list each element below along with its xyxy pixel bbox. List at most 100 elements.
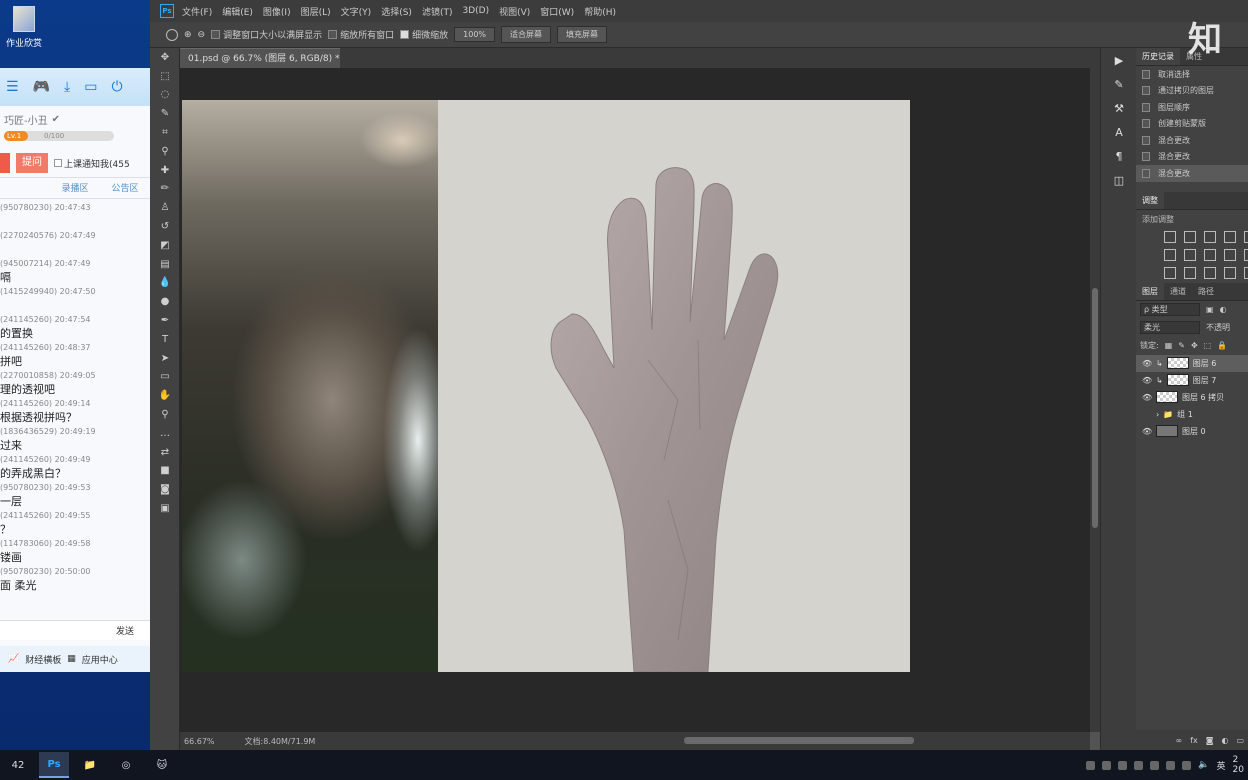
tab-channels[interactable]: 通道 [1164,283,1192,300]
layer-row[interactable]: 👁 ↳ 图层 7 [1136,372,1248,389]
menu-icon[interactable]: ☰ [6,79,19,95]
fx-icon[interactable]: fx [1190,736,1198,745]
crop-tool-icon[interactable]: ⌗ [150,123,180,142]
dodge-tool-icon[interactable]: ● [150,292,180,311]
healing-tool-icon[interactable]: ✚ [150,161,180,180]
horizontal-scrollbar[interactable] [684,737,914,744]
history-item-selected[interactable]: 混合更改 [1136,165,1248,182]
ask-button[interactable]: 提问 [16,153,48,173]
zoom-all-option[interactable]: 缩放所有窗口 [328,28,394,41]
layer-filter-select[interactable]: ρ 类型 [1140,303,1200,316]
quick-select-tool-icon[interactable]: ✎ [150,104,180,123]
menu-type[interactable]: 文字(Y) [341,5,372,18]
marquee-tool-icon[interactable]: ⬚ [150,67,180,86]
menu-layer[interactable]: 图层(L) [301,5,331,18]
tray-icon[interactable] [1150,760,1160,770]
threshold-icon[interactable] [1204,266,1216,279]
chevron-right-icon[interactable]: › [1156,410,1159,419]
download-icon[interactable]: ⤓ [64,79,70,95]
menu-filter[interactable]: 滤镜(T) [422,5,453,18]
vertical-scrollbar[interactable] [1090,68,1100,732]
shape-tool-icon[interactable]: ▭ [150,368,180,387]
brush-tool-icon[interactable]: ✏ [150,180,180,199]
taskbar-explorer[interactable]: 📁 [75,752,105,778]
layer-row[interactable]: 👁 图层 6 拷贝 [1136,389,1248,406]
photo-filter-icon[interactable] [1224,248,1236,261]
gradient-map-icon[interactable] [1224,266,1236,279]
layer-row[interactable]: 👁 ↳ 图层 6 [1136,354,1248,372]
notify-checkbox[interactable]: 上课通知我(455 [54,157,130,170]
tray-icon[interactable] [1102,760,1112,770]
taskbar-photoshop[interactable]: Ps [39,752,69,778]
color-swatches-icon[interactable]: ■ [150,462,180,481]
posterize-icon[interactable] [1184,266,1196,279]
eraser-tool-icon[interactable]: ◩ [150,236,180,255]
tools-preset-icon[interactable]: ⚒ [1101,96,1137,120]
power-icon[interactable]: ⏻ [111,79,122,95]
history-item[interactable]: 图层顺序 [1136,99,1248,116]
scrubby-zoom-option[interactable]: 细微缩放 [400,28,448,41]
vibrance-icon[interactable] [1244,230,1248,243]
brightness-icon[interactable] [1164,230,1176,243]
speaker-icon[interactable]: 🔈 [1198,760,1209,770]
history-item[interactable]: 混合更改 [1136,132,1248,149]
tab-layers[interactable]: 图层 [1136,282,1164,300]
menu-edit[interactable]: 编辑(E) [222,5,253,18]
link-layers-icon[interactable]: ∞ [1175,736,1182,745]
invert-icon[interactable] [1164,266,1176,279]
zoom-in-icon[interactable]: ⊕ [184,30,192,40]
minimize-icon[interactable]: ▭ [84,79,97,95]
zoom-readout[interactable]: 66.67% [184,737,215,746]
lock-all-icon[interactable]: 🔒 [1217,341,1227,350]
fit-window-option[interactable]: 调整窗口大小以满屏显示 [211,28,322,41]
menu-window[interactable]: 窗口(W) [540,5,574,18]
layer-row[interactable]: › 📁 组 1 [1136,406,1248,423]
exposure-icon[interactable] [1224,230,1236,243]
fill-screen-button[interactable]: 填充屏幕 [557,26,608,43]
blend-mode-select[interactable]: 柔光 [1140,321,1200,334]
app-center-label[interactable]: 应用中心 [82,653,118,666]
clock[interactable]: 2 20 [1233,755,1244,775]
zoom-100-button[interactable]: 100% [454,27,496,42]
brush-settings-icon[interactable]: ✎ [1101,72,1137,96]
scroll-thumb[interactable] [1092,288,1098,528]
blur-tool-icon[interactable]: 💧 [150,274,180,293]
tray-icon[interactable] [1182,760,1192,770]
chat-tab-recorded[interactable]: 录播区 [50,178,100,198]
history-brush-tool-icon[interactable]: ↺ [150,217,180,236]
filter-adjust-icon[interactable]: ◐ [1220,305,1227,314]
filter-image-icon[interactable]: ▣ [1206,305,1214,314]
input-language[interactable]: 英 [1217,759,1226,772]
tab-paths[interactable]: 路径 [1192,283,1220,300]
play-icon[interactable]: ▶ [1101,48,1137,72]
fit-screen-button[interactable]: 适合屏幕 [501,26,552,43]
tray-icon[interactable] [1118,760,1128,770]
taskbar-qq[interactable]: 🐱 [147,752,177,778]
eye-icon[interactable]: 👁 [1142,427,1152,436]
menu-help[interactable]: 帮助(H) [584,5,616,18]
eye-icon[interactable]: 👁 [1142,359,1152,368]
quick-mask-icon[interactable]: ◙ [150,480,180,499]
app-center-icon[interactable]: ▦ [67,654,76,664]
lock-brush-icon[interactable]: ✎ [1178,341,1185,350]
taskbar-app[interactable]: ◎ [111,752,141,778]
document-canvas[interactable] [438,100,910,672]
lock-move-icon[interactable]: ✥ [1191,341,1198,350]
lock-artboard-icon[interactable]: ⬚ [1204,341,1212,350]
curves-icon[interactable] [1204,230,1216,243]
history-item[interactable]: 通过拷贝的图层 [1136,83,1248,100]
desktop-icon-homework[interactable]: 作业欣赏 [4,6,44,49]
eye-icon[interactable]: 👁 [1142,376,1152,385]
layer-row[interactable]: 👁 图层 0 [1136,423,1248,440]
move-tool-icon[interactable]: ✥ [150,48,180,67]
add-mask-icon[interactable]: ◙ [1206,736,1214,745]
gradient-tool-icon[interactable]: ▤ [150,255,180,274]
character-icon[interactable]: A [1101,120,1137,144]
menu-view[interactable]: 视图(V) [499,5,530,18]
stamp-tool-icon[interactable]: ♙ [150,198,180,217]
swap-colors-icon[interactable]: ⇄ [150,443,180,462]
chat-input[interactable]: 发送 [0,620,150,640]
document-tab[interactable]: 01.psd @ 66.7% (图层 6, RGB/8) * ✕ [180,48,340,84]
zoom-out-icon[interactable]: ⊖ [198,30,206,40]
zoom-tool-icon[interactable] [166,28,178,41]
